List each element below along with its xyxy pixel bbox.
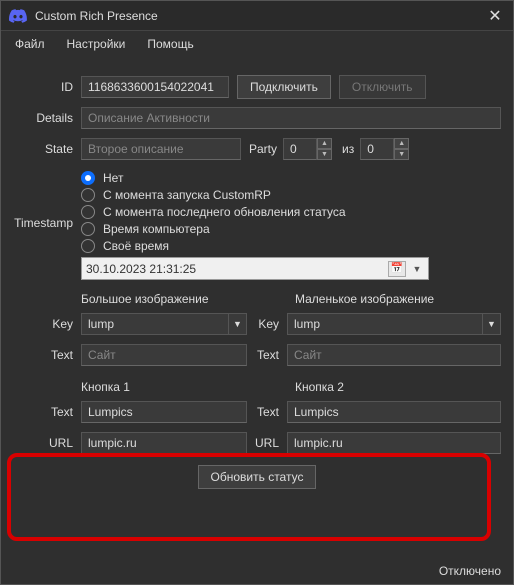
timestamp-label: Timestamp [13, 168, 81, 230]
close-button[interactable]: ✕ [485, 6, 505, 26]
key-label-big: Key [13, 317, 81, 331]
big-image-header: Большое изображение [81, 292, 287, 306]
party-cur-up[interactable]: ▲ [317, 138, 332, 149]
party-label: Party [249, 142, 277, 156]
state-label: State [13, 142, 81, 156]
party-max-spinner[interactable]: ▲▼ [360, 138, 409, 160]
text-label-big: Text [13, 348, 81, 362]
menu-file[interactable]: Файл [5, 33, 55, 55]
details-label: Details [13, 111, 81, 125]
chevron-down-icon[interactable]: ▼ [482, 314, 500, 334]
connect-button[interactable]: Подключить [237, 75, 331, 99]
menu-settings[interactable]: Настройки [57, 33, 136, 55]
small-image-header: Маленькое изображение [295, 292, 501, 306]
btn1-text-label: Text [13, 405, 81, 419]
radio-none-label: Нет [103, 171, 123, 185]
state-input[interactable] [81, 138, 241, 160]
btn1-url-label: URL [13, 436, 81, 450]
update-status-button[interactable]: Обновить статус [198, 465, 317, 489]
big-key-combo[interactable]: lump ▼ [81, 313, 247, 335]
btn2-text-label: Text [247, 405, 287, 419]
status-text: Отключено [439, 564, 501, 578]
calendar-icon[interactable]: 📅 [388, 261, 406, 277]
button1-header: Кнопка 1 [81, 380, 287, 394]
datetime-value: 30.10.2023 21:31:25 [86, 262, 388, 276]
radio-none[interactable] [81, 171, 95, 185]
radio-custom[interactable] [81, 239, 95, 253]
party-max-up[interactable]: ▲ [394, 138, 409, 149]
datetime-picker[interactable]: 30.10.2023 21:31:25 📅 ▼ [81, 257, 429, 280]
key-label-small: Key [247, 317, 287, 331]
menubar: Файл Настройки Помощь [1, 31, 513, 57]
party-max-input[interactable] [360, 138, 394, 160]
small-key-value: lump [288, 317, 482, 331]
big-text-input[interactable] [81, 344, 247, 366]
id-input[interactable] [81, 76, 229, 98]
party-current-input[interactable] [283, 138, 317, 160]
body: ID Подключить Отключить Details State Pa… [1, 57, 513, 584]
menu-help[interactable]: Помощь [137, 33, 203, 55]
window-title: Custom Rich Presence [35, 9, 485, 23]
app-window: Custom Rich Presence ✕ Файл Настройки По… [0, 0, 514, 585]
chevron-down-icon[interactable]: ▼ [228, 314, 246, 334]
party-cur-down[interactable]: ▼ [317, 149, 332, 160]
radio-since-launch-label: С момента запуска CustomRP [103, 188, 271, 202]
small-text-input[interactable] [287, 344, 501, 366]
small-key-combo[interactable]: lump ▼ [287, 313, 501, 335]
text-label-small: Text [247, 348, 287, 362]
datetime-dropdown-icon[interactable]: ▼ [410, 264, 424, 274]
discord-icon [9, 7, 27, 25]
radio-since-update-label: С момента последнего обновления статуса [103, 205, 346, 219]
big-key-value: lump [82, 317, 228, 331]
radio-since-launch[interactable] [81, 188, 95, 202]
radio-pc-time[interactable] [81, 222, 95, 236]
titlebar: Custom Rich Presence ✕ [1, 1, 513, 31]
btn2-url-input[interactable] [287, 432, 501, 454]
btn1-text-input[interactable] [81, 401, 247, 423]
radio-custom-label: Своё время [103, 239, 169, 253]
id-label: ID [13, 80, 81, 94]
disconnect-button[interactable]: Отключить [339, 75, 426, 99]
radio-pc-time-label: Время компьютера [103, 222, 210, 236]
btn2-text-input[interactable] [287, 401, 501, 423]
btn2-url-label: URL [247, 436, 287, 450]
party-of-label: из [342, 142, 354, 156]
details-input[interactable] [81, 107, 501, 129]
party-max-down[interactable]: ▼ [394, 149, 409, 160]
btn1-url-input[interactable] [81, 432, 247, 454]
party-current-spinner[interactable]: ▲▼ [283, 138, 332, 160]
button2-header: Кнопка 2 [295, 380, 501, 394]
radio-since-update[interactable] [81, 205, 95, 219]
